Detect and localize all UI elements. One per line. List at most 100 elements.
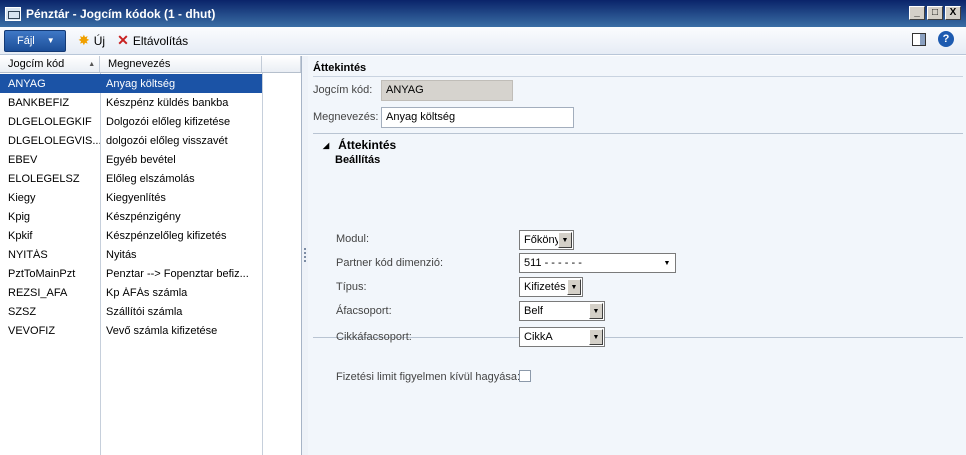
- item-vat-group-label: Cikkáfacsoport:: [336, 331, 412, 343]
- list-row[interactable]: ANYAG Anyag költség: [0, 74, 262, 93]
- list-header: Jogcím kód ▲ Megnevezés: [0, 56, 301, 73]
- vat-group-value: Belf: [524, 305, 543, 317]
- modul-value: Főkönyv: [524, 234, 558, 246]
- type-value: Kifizetés: [524, 281, 566, 293]
- row-name: dolgozói előleg visszavét: [106, 134, 228, 147]
- vat-group-label: Áfacsoport:: [336, 305, 392, 317]
- column-header-name-label: Megnevezés: [108, 58, 171, 70]
- row-name: Vevő számla kifizetése: [106, 324, 218, 337]
- type-select[interactable]: Kifizetés ▼: [519, 277, 583, 297]
- close-button[interactable]: X: [945, 6, 961, 20]
- file-menu-button[interactable]: Fájl ▼: [4, 29, 66, 52]
- row-name: Készpénzelőleg kifizetés: [106, 229, 227, 242]
- row-name: Kp ÁFÁs számla: [106, 286, 188, 299]
- row-code: SZSZ: [8, 305, 37, 318]
- title-bar: Pénztár - Jogcím kódok (1 - dhut) _ □ X: [0, 0, 966, 27]
- list-row[interactable]: REZSI_AFA Kp ÁFÁs számla: [0, 283, 262, 302]
- list-row[interactable]: DLGELOLEGKIF Dolgozói előleg kifizetése: [0, 112, 262, 131]
- row-code: ANYAG: [8, 77, 46, 90]
- list-row[interactable]: SZSZ Szállítói számla: [0, 302, 262, 321]
- subsection-title: Áttekintés: [338, 138, 397, 152]
- new-button[interactable]: ✸ Új: [78, 32, 105, 49]
- maximize-button[interactable]: □: [927, 6, 943, 20]
- name-label: Megnevezés:: [313, 111, 379, 123]
- chevron-down-icon[interactable]: ▼: [589, 303, 603, 319]
- chevron-down-icon[interactable]: ▼: [567, 279, 581, 295]
- row-code: VEVOFIZ: [8, 324, 56, 337]
- subsection-header[interactable]: ◢ Áttekintés: [323, 138, 396, 152]
- list-row[interactable]: NYITÁS Nyitás: [0, 245, 262, 264]
- column-header-filler: [262, 56, 301, 72]
- row-name: Penztar --> Fopenztar befiz...: [106, 267, 249, 280]
- list-row[interactable]: Kiegy Kiegyenlítés: [0, 188, 262, 207]
- list-row[interactable]: EBEV Egyéb bevétel: [0, 150, 262, 169]
- chevron-down-icon[interactable]: ▼: [589, 329, 603, 345]
- name-field[interactable]: Anyag költség: [381, 107, 574, 128]
- code-list: Jogcím kód ▲ Megnevezés ANYAG Anyag költ…: [0, 56, 302, 455]
- payment-limit-checkbox[interactable]: [519, 370, 531, 382]
- collapse-triangle-icon: ◢: [323, 140, 330, 150]
- row-code: REZSI_AFA: [8, 286, 68, 299]
- section-divider: [313, 76, 963, 77]
- column-header-name[interactable]: Megnevezés: [100, 56, 262, 72]
- row-code: DLGELOLEGVIS...: [8, 134, 100, 147]
- overview-subsection: ◢ Áttekintés Beállítás Modul: Főkönyv ▼ …: [313, 133, 963, 383]
- detail-panel: Áttekintés Jogcím kód: ANYAG Megnevezés:…: [308, 56, 966, 455]
- file-menu-label: Fájl: [17, 34, 35, 47]
- chevron-down-icon: ▼: [46, 36, 55, 45]
- layout-icon[interactable]: [912, 32, 926, 46]
- item-vat-group-value: CikkA: [524, 331, 553, 343]
- toolbar-right: ?: [912, 31, 954, 47]
- row-code: Kiegy: [8, 191, 36, 204]
- delete-button[interactable]: ✕ Eltávolítás: [117, 32, 188, 49]
- new-star-icon: ✸: [78, 32, 90, 48]
- row-name: Dolgozói előleg kifizetése: [106, 115, 231, 128]
- row-code: DLGELOLEGKIF: [8, 115, 92, 128]
- row-code: PztToMainPzt: [8, 267, 76, 280]
- list-row[interactable]: DLGELOLEGVIS... dolgozói előleg visszavé…: [0, 131, 262, 150]
- item-vat-group-select[interactable]: CikkA ▼: [519, 327, 605, 347]
- new-label: Új: [93, 33, 106, 48]
- help-icon[interactable]: ?: [938, 31, 954, 47]
- row-code: Kpkif: [8, 229, 33, 242]
- partner-value: 511 - - - - - -: [524, 257, 582, 269]
- modul-select[interactable]: Főkönyv ▼: [519, 230, 574, 250]
- list-row[interactable]: ELOLEGELSZ Előleg elszámolás: [0, 169, 262, 188]
- row-name: Készpénz küldés bankba: [106, 96, 229, 109]
- list-row[interactable]: Kpig Készpénzigény: [0, 207, 262, 226]
- payment-limit-label: Fizetési limit figyelmen kívül hagyása:: [336, 371, 521, 383]
- code-label: Jogcím kód:: [313, 84, 373, 96]
- row-name: Kiegyenlítés: [106, 191, 166, 204]
- column-header-code[interactable]: Jogcím kód ▲: [0, 56, 100, 72]
- row-name: Egyéb bevétel: [106, 153, 176, 166]
- column-header-code-label: Jogcím kód: [8, 58, 65, 70]
- type-label: Típus:: [336, 281, 367, 293]
- window-controls: _ □ X: [909, 6, 961, 20]
- sort-asc-icon: ▲: [88, 60, 96, 68]
- section-title: Áttekintés: [313, 62, 367, 74]
- window-title: Pénztár - Jogcím kódok (1 - dhut): [26, 6, 216, 21]
- ribbon-toolbar: Fájl ▼ ✸ Új ✕ Eltávolítás ?: [0, 27, 966, 55]
- settings-heading: Beállítás: [335, 154, 381, 166]
- list-row[interactable]: VEVOFIZ Vevő számla kifizetése: [0, 321, 262, 340]
- partner-dimension-select[interactable]: 511 - - - - - - ▼: [519, 253, 676, 273]
- partner-label: Partner kód dimenzió:: [336, 257, 443, 269]
- vat-group-select[interactable]: Belf ▼: [519, 301, 605, 321]
- row-code: ELOLEGELSZ: [8, 172, 80, 185]
- chevron-down-icon[interactable]: ▼: [660, 255, 674, 271]
- code-field: ANYAG: [381, 80, 513, 101]
- modul-label: Modul:: [336, 233, 370, 245]
- row-name: Készpénzigény: [106, 210, 181, 223]
- list-row[interactable]: Kpkif Készpénzelőleg kifizetés: [0, 226, 262, 245]
- chevron-down-icon[interactable]: ▼: [558, 232, 572, 248]
- minimize-button[interactable]: _: [909, 6, 925, 20]
- row-code: NYITÁS: [8, 248, 48, 261]
- list-rows: ANYAG Anyag költség BANKBEFIZ Készpénz k…: [0, 74, 262, 340]
- row-code: BANKBEFIZ: [8, 96, 70, 109]
- row-code: EBEV: [8, 153, 38, 166]
- app-icon: [5, 6, 21, 21]
- delete-label: Eltávolítás: [132, 33, 189, 48]
- list-row[interactable]: BANKBEFIZ Készpénz küldés bankba: [0, 93, 262, 112]
- list-row[interactable]: PztToMainPzt Penztar --> Fopenztar befiz…: [0, 264, 262, 283]
- delete-x-icon: ✕: [117, 32, 129, 48]
